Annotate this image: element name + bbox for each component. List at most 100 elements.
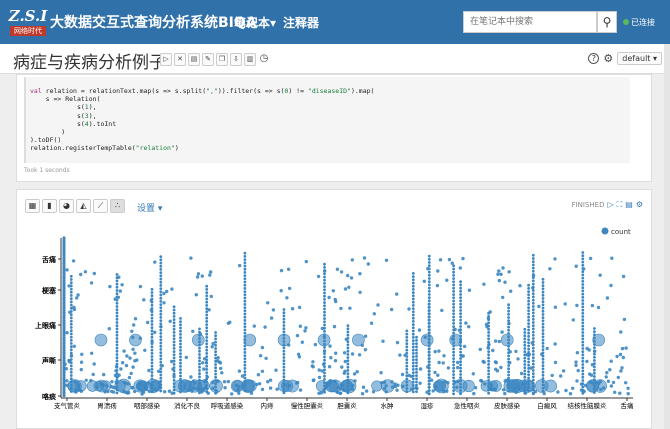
scatter-point xyxy=(115,340,119,344)
scatter-point xyxy=(405,348,409,352)
scatter-point xyxy=(405,339,409,342)
scatter-point xyxy=(115,337,119,340)
bar-chart-button[interactable]: ▮ xyxy=(42,199,57,213)
scatter-point xyxy=(411,310,415,314)
scatter-point xyxy=(523,337,527,341)
scatter-point xyxy=(507,373,510,377)
expand-icon[interactable]: ⛶ xyxy=(617,200,623,209)
scatter-point xyxy=(79,360,84,364)
scatter-point xyxy=(323,323,326,327)
scatter-point xyxy=(323,298,326,301)
toggle-editor-button[interactable]: ✕ xyxy=(174,53,186,66)
scatter-point xyxy=(205,355,209,358)
scatter-point xyxy=(205,352,209,355)
notebook-title[interactable]: 病症与疾病分析例子 xyxy=(13,48,166,73)
scatter-point xyxy=(115,372,119,376)
scatter-point xyxy=(507,306,510,310)
delete-button[interactable]: ▥ xyxy=(244,53,256,66)
scatter-point xyxy=(507,303,510,307)
scatter-point xyxy=(545,346,549,351)
scatter-point xyxy=(418,367,423,371)
scatter-point xyxy=(333,297,337,302)
notebook-search-input[interactable] xyxy=(463,11,597,33)
table-view-button[interactable]: ▦ xyxy=(25,199,40,213)
scatter-point xyxy=(298,388,303,392)
scatter-point xyxy=(115,327,119,331)
scatter-point xyxy=(593,327,596,330)
clone-button[interactable]: ❐ xyxy=(216,53,228,66)
scatter-point xyxy=(69,322,73,326)
scatter-point xyxy=(531,260,535,264)
scatter-point xyxy=(323,301,326,304)
scatter-point xyxy=(92,271,97,276)
scatter-bubble xyxy=(500,333,514,347)
schedule-button[interactable]: ◷ xyxy=(258,53,270,66)
scatter-point xyxy=(541,290,545,294)
collapse-icon: ✕ xyxy=(177,55,183,63)
scatter-point xyxy=(541,281,545,284)
code-editor[interactable]: val relation = relationText.map(s => s.s… xyxy=(24,77,630,163)
scatter-point xyxy=(531,369,535,372)
scatter-point xyxy=(495,369,500,373)
scatter-point xyxy=(223,386,227,390)
app-title[interactable]: 大数据交互式查询分析系统BIQA xyxy=(50,12,257,32)
scatter-point xyxy=(150,339,154,342)
scatter-chart[interactable]: 咯痰声嘶上眼痛梗塞舌痛支气管炎 胃溃疡 咽部感染 消化不良 呼吸道感染 内痔 慢性胆囊炎 胆囊… xyxy=(17,220,653,429)
scatter-point xyxy=(159,290,163,294)
scatter-point xyxy=(507,348,510,351)
notebook-menu[interactable]: 笔记本▾ xyxy=(234,14,276,31)
scatter-point xyxy=(69,361,73,365)
scatter-point xyxy=(358,290,362,294)
export-button[interactable]: ⇩ xyxy=(230,53,242,66)
run-icon[interactable]: ▷ xyxy=(608,200,614,209)
help-icon[interactable]: ? xyxy=(588,53,600,64)
interpreter-default-select[interactable]: default ▾ xyxy=(617,52,662,65)
code-paragraph: val relation = relationText.map(s => s.s… xyxy=(16,74,652,182)
scatter-bubble xyxy=(380,379,395,393)
scatter-point xyxy=(411,278,415,282)
scatter-point xyxy=(198,327,201,331)
scatter-point xyxy=(581,327,585,331)
app-logo[interactable]: Z.S.I 网络时代 xyxy=(8,7,48,37)
toggle-output-button[interactable]: ▤ xyxy=(188,53,200,66)
scatter-point xyxy=(243,367,247,370)
pie-chart-button[interactable]: ◕ xyxy=(59,199,74,213)
scatter-point xyxy=(427,273,431,277)
scatter-point xyxy=(179,323,182,327)
scatter-point xyxy=(167,389,172,393)
scatter-point xyxy=(593,346,596,350)
scatter-point xyxy=(487,331,490,334)
scatter-point xyxy=(323,288,326,292)
gear-icon[interactable]: ⚙ xyxy=(603,52,613,65)
scatter-point xyxy=(331,289,335,293)
scatter-point xyxy=(243,373,247,377)
scatter-point xyxy=(69,278,73,281)
scatter-point xyxy=(531,375,535,379)
scatter-point xyxy=(553,305,558,309)
search-button[interactable]: ⚲ xyxy=(597,11,617,33)
scatter-point xyxy=(523,359,527,363)
clear-output-button[interactable]: ✎ xyxy=(202,53,214,66)
scatter-point xyxy=(323,352,326,356)
y-tick-label: 舌痛 xyxy=(42,255,56,264)
scatter-point xyxy=(447,257,452,262)
scatter-point xyxy=(581,276,585,280)
chart-settings-toggle[interactable]: 设置 ▾ xyxy=(137,201,162,214)
scatter-chart-button[interactable]: ∴ xyxy=(110,199,125,213)
run-all-button[interactable]: ▷ xyxy=(160,53,172,66)
scatter-point xyxy=(282,362,286,366)
scatter-point xyxy=(593,371,596,375)
gear-icon[interactable]: ⚙ xyxy=(636,200,643,209)
area-chart-button[interactable]: ◭ xyxy=(76,199,91,213)
scatter-point xyxy=(268,386,273,390)
scatter-point xyxy=(531,317,535,321)
scatter-point xyxy=(415,351,418,355)
scatter-point xyxy=(381,339,385,343)
line-chart-button[interactable]: ⟋ xyxy=(93,199,108,213)
book-icon[interactable]: ▤ xyxy=(625,200,633,209)
scatter-points xyxy=(62,236,630,398)
interpreter-link[interactable]: 注释器 xyxy=(283,14,319,31)
scatter-point xyxy=(452,299,455,303)
page-scrollbar[interactable] xyxy=(664,44,670,429)
scatter-point xyxy=(205,371,209,374)
